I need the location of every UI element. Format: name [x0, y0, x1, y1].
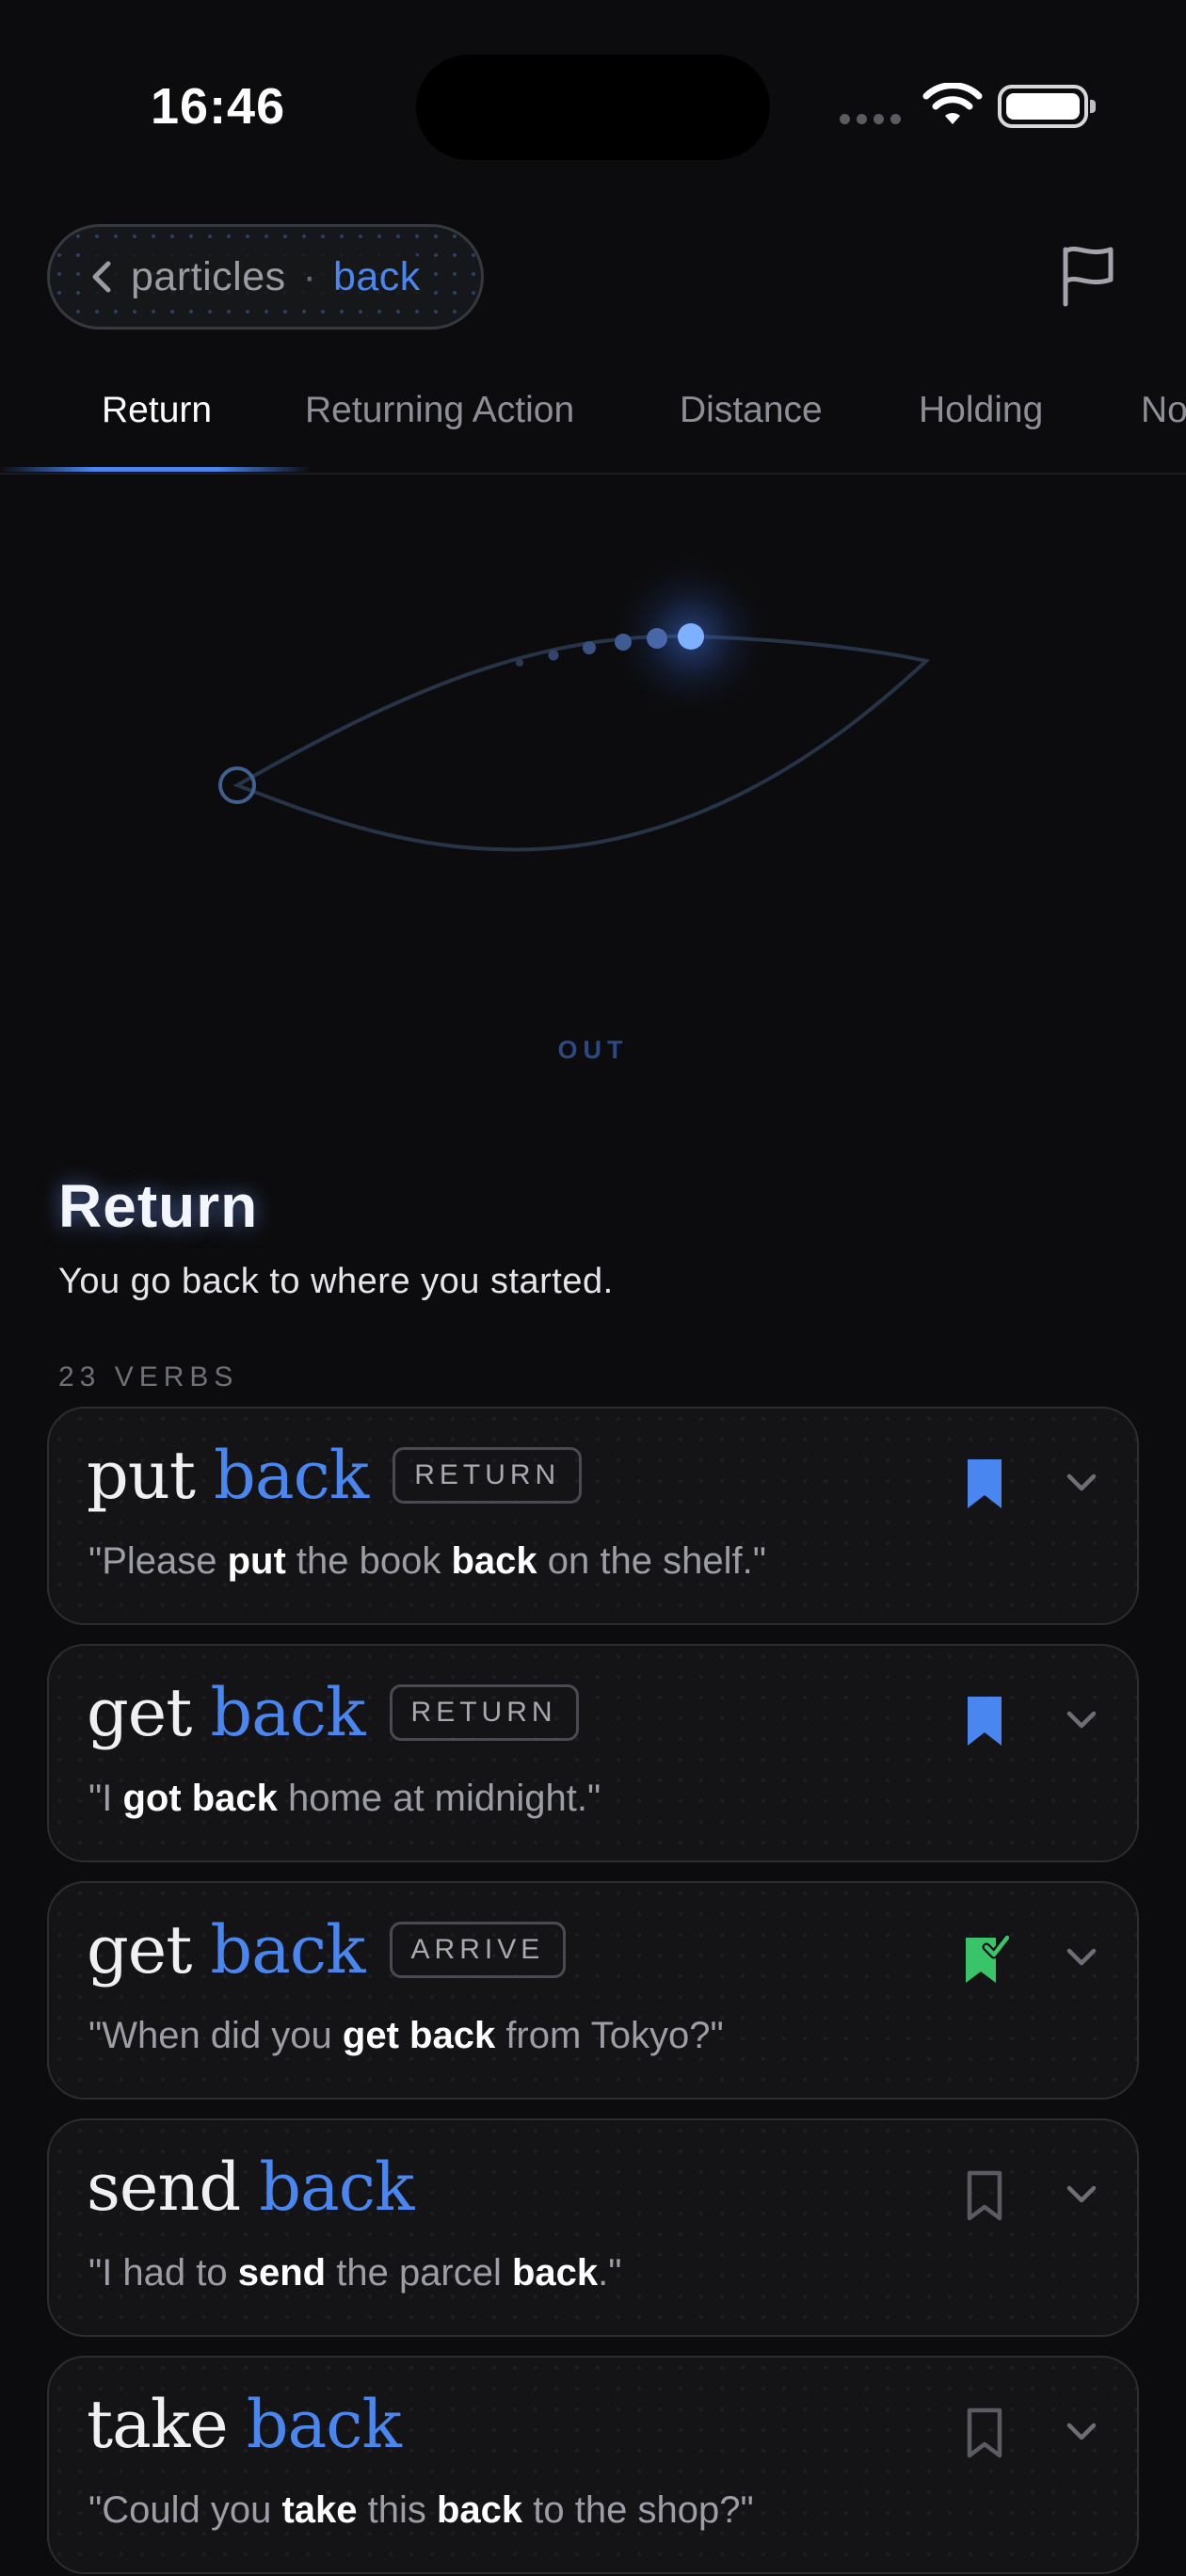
particle-text: back — [210, 1911, 365, 1988]
chevron-down-icon[interactable] — [1062, 1941, 1101, 1972]
report-flag-button[interactable] — [1035, 222, 1141, 328]
breadcrumb-parent: particles — [131, 253, 286, 299]
verb-text: get — [87, 1674, 192, 1751]
verb-card[interactable]: put back RETURN "Please put the book bac… — [47, 1407, 1139, 1625]
status-time: 16:46 — [151, 78, 286, 135]
dynamic-island — [416, 55, 770, 160]
sense-tag: RETURN — [393, 1447, 583, 1504]
particle-text: back — [246, 2386, 402, 2463]
breadcrumb-separator: · — [302, 253, 316, 299]
sense-tabs: Return Returning Action Distance Holding… — [0, 377, 1186, 475]
tab-return[interactable]: Return — [102, 390, 212, 431]
example-sentence: "Please put the book back on the shelf." — [88, 1540, 766, 1582]
trail-dot — [516, 659, 523, 667]
active-tab-indicator — [0, 467, 311, 472]
breadcrumb-current: back — [332, 253, 421, 299]
bookmark-filled-icon[interactable] — [960, 1693, 1009, 1749]
example-sentence: "I got back home at midnight." — [88, 1778, 601, 1819]
verb-card[interactable]: get back RETURN "I got back home at midn… — [47, 1644, 1139, 1862]
sense-tag: RETURN — [389, 1684, 579, 1741]
particle-detail-screen: 16:46 particles · back Return Returning … — [0, 0, 1186, 2576]
particle-text: back — [259, 2149, 414, 2226]
tab-returning-action[interactable]: Returning Action — [305, 390, 574, 431]
chevron-down-icon[interactable] — [1062, 2179, 1101, 2209]
verb-text: send — [87, 2149, 241, 2226]
moving-point — [678, 623, 704, 650]
verb-count: 23 VERBS — [58, 1361, 239, 1393]
battery-icon — [998, 85, 1096, 128]
chevron-down-icon[interactable] — [1062, 1467, 1101, 1497]
cellular-signal-icon — [840, 114, 901, 124]
verb-text: take — [87, 2386, 229, 2463]
verb-card[interactable]: get back ARRIVE "When did you get back f… — [47, 1881, 1139, 2100]
chevron-down-icon[interactable] — [1062, 1704, 1101, 1734]
sense-title: Return — [58, 1172, 259, 1240]
trail-dot — [548, 650, 559, 661]
verb-text: put — [87, 1437, 196, 1514]
flag-icon — [1063, 246, 1114, 307]
tab-no[interactable]: No — [1141, 390, 1186, 431]
back-breadcrumb-button[interactable]: particles · back — [47, 224, 484, 330]
tab-distance[interactable]: Distance — [680, 390, 823, 431]
example-sentence: "Could you take this back to the shop?" — [88, 2489, 754, 2531]
trail-dot — [583, 641, 596, 654]
bookmark-filled-icon[interactable] — [960, 1456, 1009, 1512]
verb-card[interactable]: send back "I had to send the parcel back… — [47, 2118, 1139, 2337]
bookmark-checked-icon[interactable] — [960, 1930, 1009, 1987]
sense-tag: ARRIVE — [389, 1922, 567, 1978]
chevron-left-icon — [92, 261, 111, 293]
particle-text: back — [210, 1674, 365, 1751]
verb-text: get — [87, 1911, 192, 1988]
bookmark-outline-icon[interactable] — [960, 2167, 1009, 2224]
tab-holding[interactable]: Holding — [919, 390, 1043, 431]
sense-description: You go back to where you started. — [58, 1262, 614, 1301]
bookmark-outline-icon[interactable] — [960, 2405, 1009, 2461]
trail-dot — [647, 628, 667, 649]
trail-dot — [615, 634, 632, 651]
example-sentence: "When did you get back from Tokyo?" — [88, 2015, 724, 2056]
wifi-icon — [922, 83, 983, 124]
diagram-out-label: OUT — [557, 1036, 629, 1064]
chevron-down-icon[interactable] — [1062, 2416, 1101, 2446]
particle-text: back — [214, 1437, 369, 1514]
return-path-diagram — [218, 561, 931, 852]
verb-card[interactable]: take back "Could you take this back to t… — [47, 2356, 1139, 2574]
example-sentence: "I had to send the parcel back." — [88, 2252, 622, 2294]
